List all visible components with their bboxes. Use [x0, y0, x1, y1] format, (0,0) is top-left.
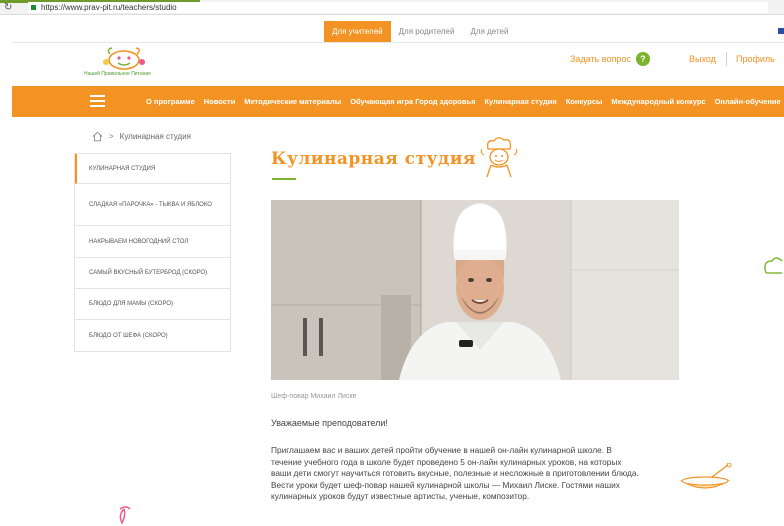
tab-parents[interactable]: Для родителей — [391, 21, 463, 42]
sidebar-item-new-year-table[interactable]: Накрываем новогодний стол — [75, 226, 230, 258]
breadcrumb: > Кулинарная студия — [92, 131, 191, 142]
url-field[interactable]: https://www.prav-pit.ru/teachers/studio — [28, 2, 768, 13]
nav-item-news[interactable]: Новости — [204, 86, 235, 117]
nav-item-materials[interactable]: Методические материалы — [244, 86, 341, 117]
secure-lock-icon — [31, 5, 36, 10]
sidebar-item-sandwich[interactable]: Самый вкусный бутерброд (скоро) — [75, 258, 230, 289]
audience-tabs: Для учителей Для родителей Для детей — [324, 21, 516, 42]
header-separator — [726, 52, 727, 66]
logo-mascot-icon — [103, 47, 145, 70]
logo-text: Нашей Правильное Питание — [84, 71, 151, 77]
url-text: https://www.prav-pit.ru/teachers/studio — [41, 3, 177, 12]
main-navigation: О программе Новости Методические материа… — [12, 86, 784, 117]
intro-paragraph: Приглашаем вас и ваших детей пройти обуч… — [271, 445, 639, 502]
sidebar-menu: Кулинарная студия Сладкая «парочка» - ты… — [74, 153, 231, 352]
nav-item-online[interactable]: Онлайн-обучение — [715, 86, 781, 117]
sidebar-item-chef-dish[interactable]: Блюдо от шефа (скоро) — [75, 320, 230, 351]
tab-children[interactable]: Для детей — [462, 21, 516, 42]
logout-link[interactable]: Выход — [689, 54, 716, 64]
greeting-text: Уважаемые преподователи! — [271, 418, 388, 428]
profile-link[interactable]: Профиль — [736, 54, 775, 64]
title-underline — [272, 178, 296, 180]
ask-question-label: Задать вопрос — [570, 54, 631, 64]
chef-photo-image — [271, 200, 679, 380]
sidebar-item-dish-for-mom[interactable]: Блюдо для мамы (скоро) — [75, 289, 230, 320]
page-title: Кулинарная студия — [271, 149, 476, 169]
sidebar-item-pumpkin-apple[interactable]: Сладкая «парочка» - тыква и яблоко — [75, 184, 230, 226]
breadcrumb-separator: > — [109, 132, 114, 141]
chef-photo — [271, 200, 679, 380]
flag-icon — [778, 28, 784, 34]
nav-item-studio[interactable]: Кулинарная студия — [484, 86, 556, 117]
menu-hamburger-icon[interactable] — [90, 95, 105, 107]
breadcrumb-current: Кулинарная студия — [119, 132, 191, 141]
home-icon[interactable] — [92, 131, 103, 142]
reload-icon[interactable]: ↻ — [4, 1, 12, 14]
nav-items: О программе Новости Методические материа… — [146, 86, 784, 117]
bowl-doodle-icon — [679, 463, 732, 489]
header-divider — [12, 42, 784, 43]
nav-item-game[interactable]: Обучающая игра Город здоровья — [350, 86, 475, 117]
nav-item-contests[interactable]: Конкурсы — [566, 86, 603, 117]
site-logo[interactable]: Нашей Правильное Питание — [84, 46, 176, 78]
chef-hat-doodle-icon — [764, 257, 783, 274]
sidebar-item-studio[interactable]: Кулинарная студия — [75, 154, 230, 184]
ask-question-link[interactable]: Задать вопрос ? — [570, 50, 650, 68]
chef-doodle-icon — [480, 137, 518, 178]
nav-item-about[interactable]: О программе — [146, 86, 195, 117]
browser-address-bar: ↻ https://www.prav-pit.ru/teachers/studi… — [0, 0, 784, 15]
photo-caption: Шеф-повар Михаил Лиске — [271, 393, 357, 400]
tab-teachers[interactable]: Для учителей — [324, 21, 391, 42]
question-icon: ? — [635, 52, 650, 66]
cherry-doodle-icon — [119, 506, 131, 525]
nav-item-international[interactable]: Международный конкурс — [611, 86, 705, 117]
